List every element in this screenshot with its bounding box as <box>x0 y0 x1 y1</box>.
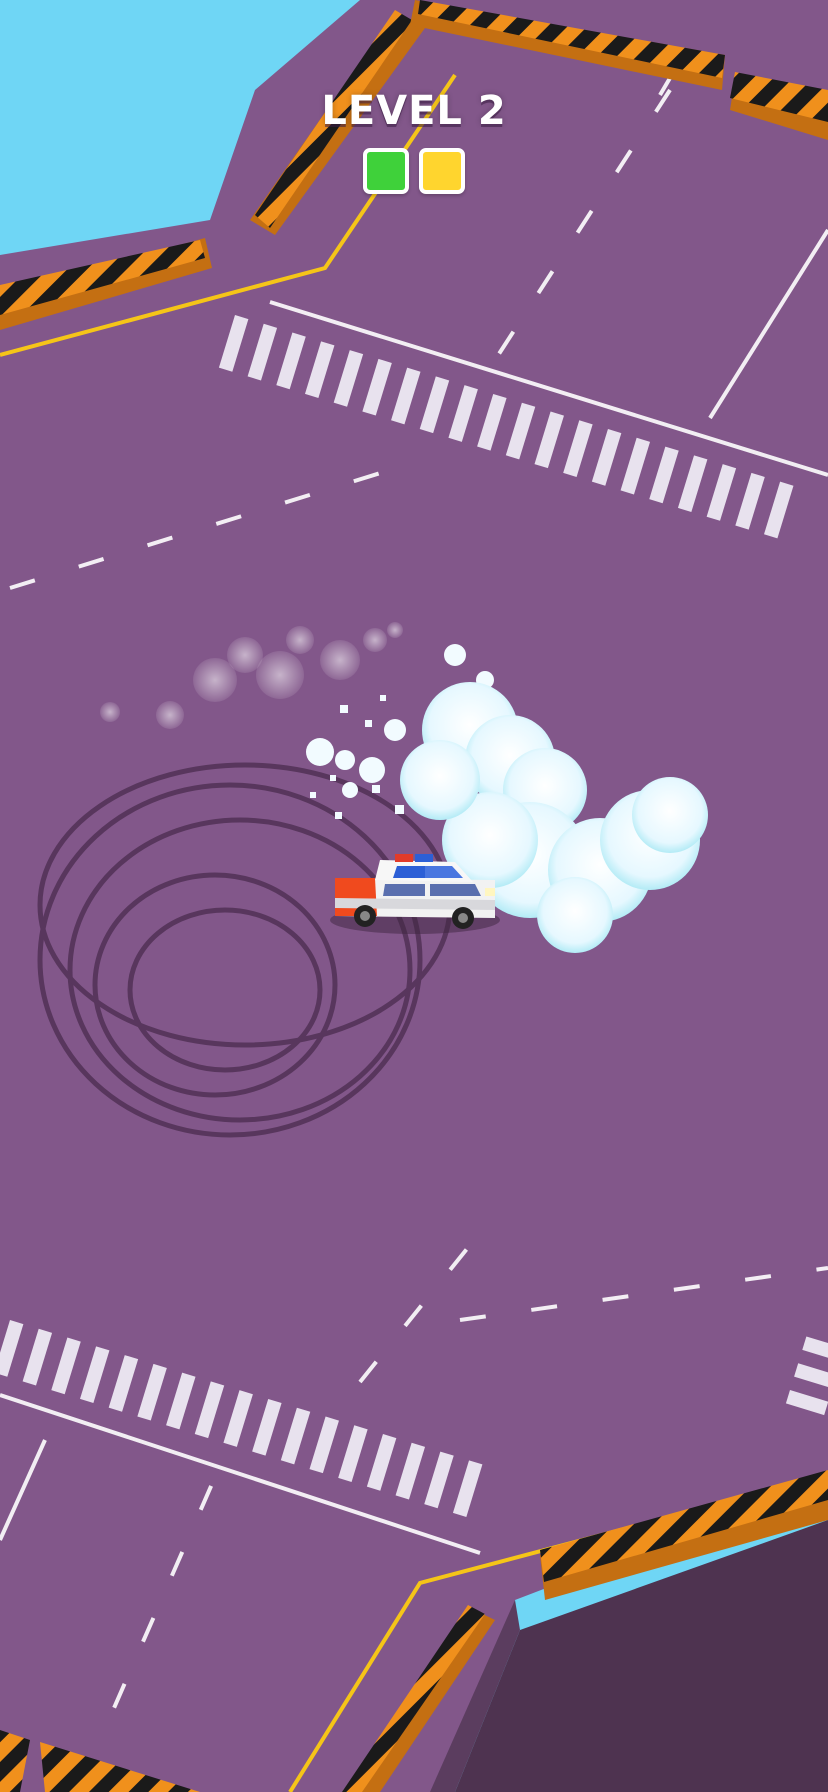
game-scene <box>0 0 828 1792</box>
game-viewport[interactable]: LEVEL 2 <box>0 0 828 1792</box>
